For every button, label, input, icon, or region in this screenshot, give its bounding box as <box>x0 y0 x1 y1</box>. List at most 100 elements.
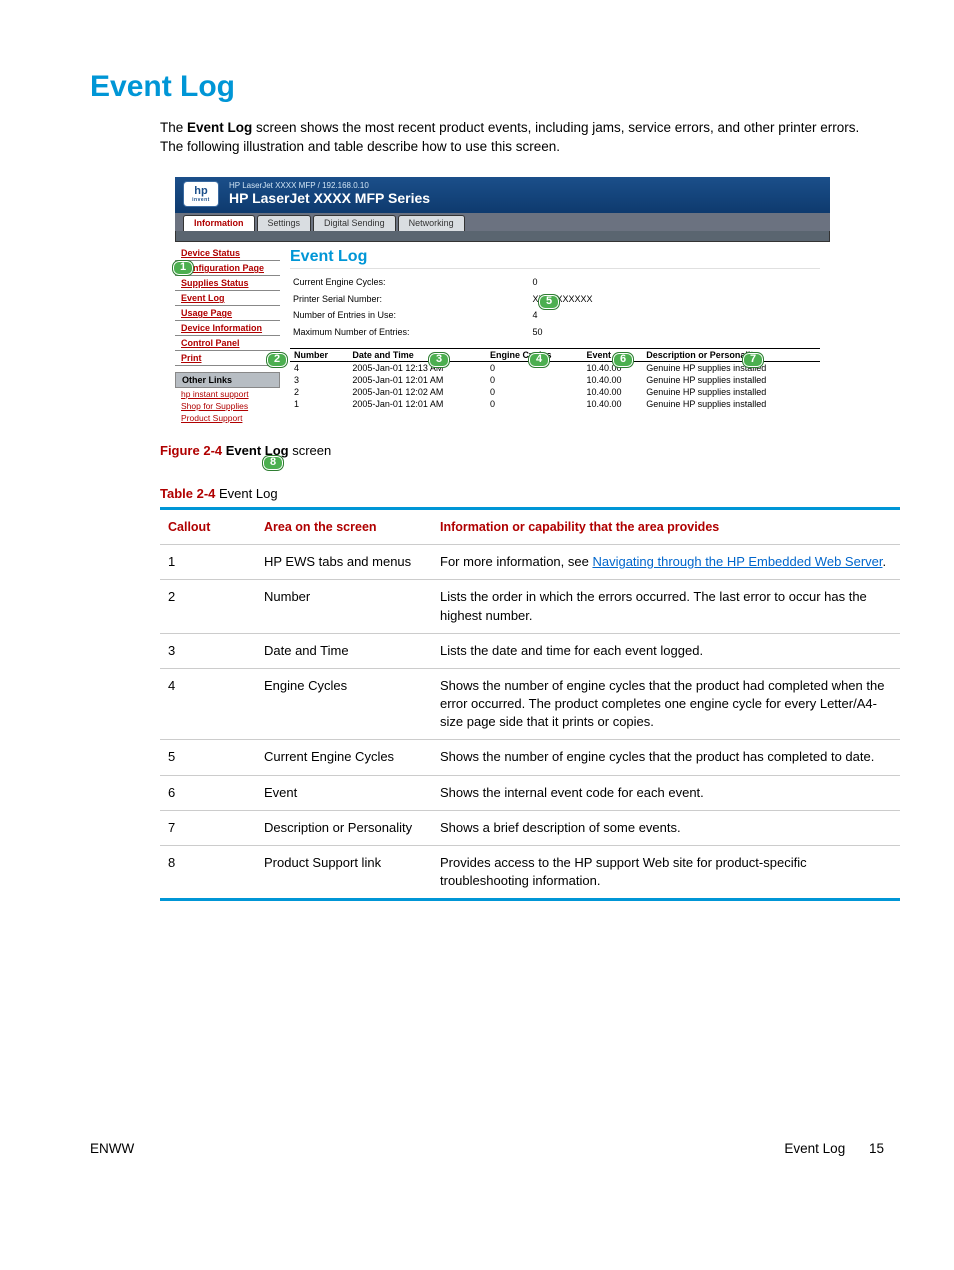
ews-header: hp invent HP LaserJet XXXX MFP / 192.168… <box>175 177 830 213</box>
cell-area: HP EWS tabs and menus <box>256 545 432 580</box>
callout-bubble-8: 8 <box>262 455 284 471</box>
ews-breadcrumb: HP LaserJet XXXX MFP / 192.168.0.10 <box>229 181 430 191</box>
th-callout: Callout <box>160 509 256 545</box>
sidebar-item-device-status[interactable]: Device Status <box>175 246 280 261</box>
link-hp-instant-support[interactable]: hp instant support <box>175 388 280 400</box>
hp-logo-sub: invent <box>192 197 210 203</box>
table-cell: 2005-Jan-01 12:13 AM <box>348 361 486 374</box>
table-cell: 10.40.00 <box>583 374 643 386</box>
page-heading: Event Log <box>90 70 894 104</box>
stat-mne-value: 50 <box>532 325 594 340</box>
intro-post: screen shows the most recent product eve… <box>160 120 859 154</box>
ews-tabs: Information Settings Digital Sending Net… <box>175 213 830 231</box>
cell-info: Lists the order in which the errors occu… <box>432 580 900 633</box>
cell-callout: 4 <box>160 668 256 740</box>
tab-settings[interactable]: Settings <box>257 215 312 231</box>
footer-section: Event Log <box>784 1141 845 1156</box>
sidebar-other-links-head: Other Links <box>175 372 280 388</box>
table-cell: 2 <box>290 386 348 398</box>
intro-bold: Event Log <box>187 120 252 135</box>
link-navigate-ews[interactable]: Navigating through the HP Embedded Web S… <box>592 554 882 569</box>
table-cell: 10.40.00 <box>583 398 643 410</box>
table-row: 12005-Jan-01 12:01 AM010.40.00Genuine HP… <box>290 398 820 410</box>
cell-area: Engine Cycles <box>256 668 432 740</box>
col-date-time: Date and Time <box>348 348 486 361</box>
ews-subbar <box>175 231 830 242</box>
callout-bubble-5: 5 <box>538 294 560 310</box>
cell-area: Product Support link <box>256 846 432 900</box>
ews-page-title: Event Log <box>290 248 820 269</box>
hp-logo-icon: hp invent <box>183 181 219 207</box>
sidebar-item-device-information[interactable]: Device Information <box>175 321 280 336</box>
table-cell: Genuine HP supplies installed <box>642 398 820 410</box>
cell-area: Event <box>256 775 432 810</box>
hp-logo-text: hp <box>194 185 207 197</box>
intro-pre: The <box>160 120 187 135</box>
cell-callout: 1 <box>160 545 256 580</box>
sidebar-item-supplies-status[interactable]: Supplies Status <box>175 276 280 291</box>
callout-bubble-6: 6 <box>612 352 634 368</box>
cell-callout: 7 <box>160 810 256 845</box>
th-info: Information or capability that the area … <box>432 509 900 545</box>
table-cell: 1 <box>290 398 348 410</box>
table-row: 6EventShows the internal event code for … <box>160 775 900 810</box>
table-caption-rest: Event Log <box>215 486 277 501</box>
table-cell: Genuine HP supplies installed <box>642 374 820 386</box>
figure-number: Figure 2-4 <box>160 443 222 458</box>
table-cell: 0 <box>486 386 583 398</box>
sidebar-item-usage-page[interactable]: Usage Page <box>175 306 280 321</box>
col-number: Number <box>290 348 348 361</box>
tab-digital-sending[interactable]: Digital Sending <box>313 215 396 231</box>
footer-page-number: 15 <box>869 1141 884 1156</box>
sidebar-item-print[interactable]: Print <box>175 351 280 366</box>
table-cell: Genuine HP supplies installed <box>642 386 820 398</box>
cell-callout: 8 <box>160 846 256 900</box>
stat-psn-label: Printer Serial Number: <box>292 292 530 307</box>
stat-neu-label: Number of Entries in Use: <box>292 308 530 323</box>
cell-callout: 2 <box>160 580 256 633</box>
table-row: 4Engine CyclesShows the number of engine… <box>160 668 900 740</box>
callout-bubble-7: 7 <box>742 352 764 368</box>
cell-callout: 5 <box>160 740 256 775</box>
page-footer: ENWW Event Log 15 <box>60 1141 894 1156</box>
tab-information[interactable]: Information <box>183 215 255 231</box>
link-shop-for-supplies[interactable]: Shop for Supplies <box>175 400 280 412</box>
cell-area: Number <box>256 580 432 633</box>
ews-main: Event Log Current Engine Cycles:0 Printe… <box>280 242 830 428</box>
callout-bubble-2: 2 <box>266 352 288 368</box>
tab-networking[interactable]: Networking <box>398 215 465 231</box>
footer-left: ENWW <box>90 1141 134 1156</box>
table-row: 22005-Jan-01 12:02 AM010.40.00Genuine HP… <box>290 386 820 398</box>
callout-bubble-3: 3 <box>428 352 450 368</box>
table-row: 32005-Jan-01 12:01 AM010.40.00Genuine HP… <box>290 374 820 386</box>
ews-event-table: Number Date and Time Engine Cycles Event… <box>290 348 820 410</box>
sidebar-item-event-log[interactable]: Event Log <box>175 291 280 306</box>
link-product-support[interactable]: Product Support <box>175 412 280 424</box>
cell-info: Provides access to the HP support Web si… <box>432 846 900 900</box>
cell-info: Shows the number of engine cycles that t… <box>432 740 900 775</box>
sidebar-item-control-panel[interactable]: Control Panel <box>175 336 280 351</box>
table-row: 42005-Jan-01 12:13 AM010.40.00Genuine HP… <box>290 361 820 374</box>
stat-cec-label: Current Engine Cycles: <box>292 275 530 290</box>
ews-screenshot: hp invent HP LaserJet XXXX MFP / 192.168… <box>60 177 894 428</box>
table-row: 1HP EWS tabs and menusFor more informati… <box>160 545 900 580</box>
table-row: 5Current Engine CyclesShows the number o… <box>160 740 900 775</box>
table-cell: 3 <box>290 374 348 386</box>
cell-callout: 6 <box>160 775 256 810</box>
stat-neu-value: 4 <box>532 308 594 323</box>
table-number: Table 2-4 <box>160 486 215 501</box>
cell-area: Description or Personality <box>256 810 432 845</box>
cell-area: Current Engine Cycles <box>256 740 432 775</box>
intro-paragraph: The Event Log screen shows the most rece… <box>160 119 874 157</box>
table-cell: 2005-Jan-01 12:01 AM <box>348 374 486 386</box>
cell-area: Date and Time <box>256 633 432 668</box>
table-cell: 0 <box>486 374 583 386</box>
cell-callout: 3 <box>160 633 256 668</box>
table-row: 8Product Support linkProvides access to … <box>160 846 900 900</box>
table-row: 7Description or PersonalityShows a brief… <box>160 810 900 845</box>
stat-cec-value: 0 <box>532 275 594 290</box>
table-cell: 0 <box>486 398 583 410</box>
text-span: . <box>882 554 886 569</box>
callout-bubble-4: 4 <box>528 352 550 368</box>
th-area: Area on the screen <box>256 509 432 545</box>
